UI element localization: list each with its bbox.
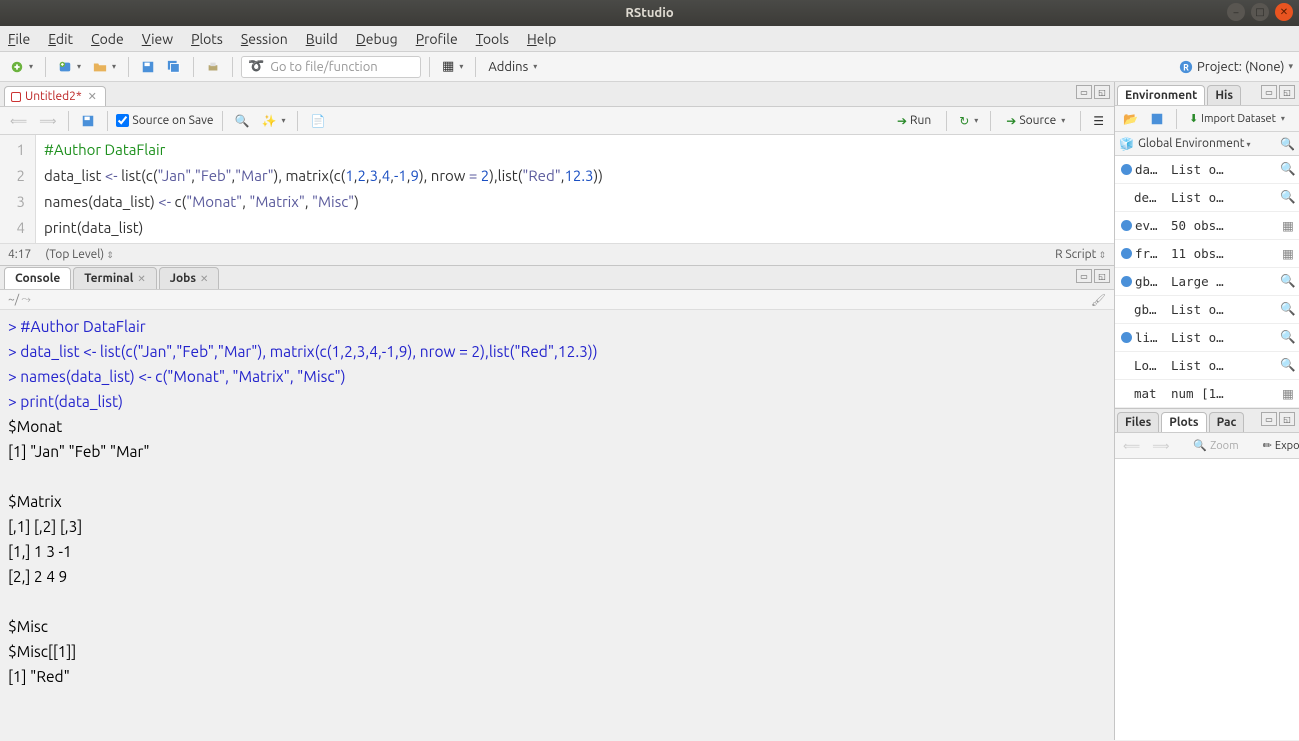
menu-help[interactable]: Help <box>527 31 556 47</box>
back-button[interactable]: ⟸ <box>6 112 31 130</box>
project-selector[interactable]: R Project: (None) ▾ <box>1179 60 1293 74</box>
project-label: Project: (None) <box>1197 60 1284 74</box>
window-minimize-button[interactable]: – <box>1227 3 1245 21</box>
rerun-button[interactable]: ↻ <box>955 112 982 130</box>
menu-debug[interactable]: Debug <box>356 31 398 47</box>
source-statusbar: 4:17 (Top Level) R Script <box>0 243 1114 265</box>
env-tab-his[interactable]: His <box>1207 85 1241 105</box>
unsaved-indicator-icon <box>11 92 21 102</box>
load-workspace-button[interactable]: 📂 <box>1119 110 1142 128</box>
print-button[interactable] <box>202 58 224 76</box>
env-row[interactable]: fr…11 obs…▦ <box>1115 240 1299 268</box>
plot-prev-button[interactable]: ⟸ <box>1119 437 1144 455</box>
code-editor[interactable]: 1234 #Author DataFlairdata_list <- list(… <box>0 135 1114 243</box>
window-titlebar: RStudio – □ ✕ <box>0 0 1299 26</box>
run-button[interactable]: ➔Run <box>890 111 938 131</box>
env-row[interactable]: ev…50 obs…▦ <box>1115 212 1299 240</box>
window-title: RStudio <box>625 6 673 20</box>
menu-tools[interactable]: Tools <box>476 31 509 47</box>
env-row[interactable]: gb…List o…🔍 <box>1115 296 1299 324</box>
console-output[interactable]: > #Author DataFlair> data_list <- list(c… <box>0 310 1114 740</box>
env-scope-icon: 🧊 <box>1119 137 1134 151</box>
source-toolbar: ⟸ ⟹ Source on Save 🔍 ✨ 📄 ➔Run ↻ <box>0 107 1114 135</box>
console-tab-console[interactable]: Console <box>4 267 71 289</box>
menu-code[interactable]: Code <box>91 31 124 47</box>
plots-pane: FilesPlotsPac ▭ ◱ ⟸ ⟹ 🔍 Zoom ✏ Expo <box>1115 408 1299 740</box>
env-row[interactable]: li…List o…🔍 <box>1115 324 1299 352</box>
clear-console-icon[interactable]: 🖌 <box>1091 293 1106 307</box>
maximize-env-button[interactable]: ◱ <box>1279 85 1295 99</box>
export-button[interactable]: ✏ Expo <box>1259 437 1299 454</box>
minimize-plots-button[interactable]: ▭ <box>1261 412 1277 426</box>
svg-text:R: R <box>1183 62 1189 72</box>
outline-button[interactable]: ☰ <box>1089 112 1108 130</box>
menu-build[interactable]: Build <box>306 31 338 47</box>
env-row[interactable]: de…List o…🔍 <box>1115 184 1299 212</box>
source-button[interactable]: ➔Source <box>999 111 1072 131</box>
compile-report-button[interactable]: 📄 <box>306 112 329 130</box>
source-tab-label: Untitled2* <box>25 90 82 103</box>
env-row[interactable]: Lo…List o…🔍 <box>1115 352 1299 380</box>
new-file-button[interactable] <box>6 58 37 76</box>
goto-file-input[interactable]: ➰ Go to file/function <box>241 56 421 78</box>
minimize-pane-button[interactable]: ▭ <box>1076 85 1092 99</box>
env-row[interactable]: gb…Large …🔍 <box>1115 268 1299 296</box>
environment-pane: EnvironmentHis ▭ ◱ 📂 ⬇ Import Dataset 🧊 … <box>1115 82 1299 408</box>
save-source-button[interactable] <box>77 112 99 130</box>
minimize-env-button[interactable]: ▭ <box>1261 85 1277 99</box>
find-button[interactable]: 🔍 <box>231 112 254 130</box>
plots-tab-pac[interactable]: Pac <box>1209 412 1245 432</box>
source-pane: Untitled2* ✕ ▭ ◱ ⟸ ⟹ Source on Save <box>0 82 1114 265</box>
plot-next-button[interactable]: ⟹ <box>1148 437 1173 455</box>
wd-arrow-icon[interactable]: ⤳ <box>21 293 31 307</box>
console-working-dir: ~/ ⤳ 🖌 <box>0 290 1114 310</box>
new-project-button[interactable] <box>54 58 85 76</box>
close-tab-icon[interactable]: ✕ <box>88 90 97 103</box>
env-scope-selector[interactable]: Global Environment <box>1138 137 1276 150</box>
menu-plots[interactable]: Plots <box>191 31 223 47</box>
maximize-console-button[interactable]: ◱ <box>1094 269 1110 283</box>
console-pane: ConsoleTerminal✕Jobs✕ ▭ ◱ ~/ ⤳ 🖌 > #Auth… <box>0 265 1114 740</box>
save-workspace-button[interactable] <box>1146 110 1168 128</box>
save-all-button[interactable] <box>163 58 185 76</box>
env-row[interactable]: da…List o…🔍 <box>1115 156 1299 184</box>
menu-profile[interactable]: Profile <box>416 31 458 47</box>
plots-tab-files[interactable]: Files <box>1117 412 1159 432</box>
cursor-position: 4:17 <box>8 248 31 261</box>
wand-button[interactable]: ✨ <box>258 112 290 130</box>
env-search-icon[interactable]: 🔍 <box>1280 137 1295 151</box>
menu-file[interactable]: File <box>8 31 30 47</box>
import-dataset-button[interactable]: ⬇ Import Dataset <box>1185 110 1289 127</box>
window-maximize-button[interactable]: □ <box>1251 3 1269 21</box>
maximize-pane-button[interactable]: ◱ <box>1094 85 1110 99</box>
plots-tab-plots[interactable]: Plots <box>1161 412 1206 432</box>
goto-arrow-icon: ➰ <box>248 59 264 74</box>
forward-button[interactable]: ⟹ <box>35 112 60 130</box>
window-close-button[interactable]: ✕ <box>1275 3 1293 21</box>
maximize-plots-button[interactable]: ◱ <box>1279 412 1295 426</box>
sos-label: Source on Save <box>132 114 213 127</box>
minimize-console-button[interactable]: ▭ <box>1076 269 1092 283</box>
menu-edit[interactable]: Edit <box>48 31 73 47</box>
menu-session[interactable]: Session <box>241 31 288 47</box>
zoom-button[interactable]: 🔍 Zoom <box>1189 437 1242 454</box>
menu-view[interactable]: View <box>142 31 173 47</box>
filetype-selector[interactable]: R Script <box>1055 248 1106 261</box>
console-tab-terminal[interactable]: Terminal✕ <box>73 267 156 289</box>
goto-placeholder: Go to file/function <box>270 60 377 74</box>
main-toolbar: ➰ Go to file/function ▦ Addins R Project… <box>0 52 1299 82</box>
menu-bar: File Edit Code View Plots Session Build Debug Pr… <box>0 26 1299 52</box>
env-row[interactable]: matnum [1…▦ <box>1115 380 1299 408</box>
env-tab-environment[interactable]: Environment <box>1117 85 1205 105</box>
source-on-save-checkbox[interactable]: Source on Save <box>116 114 213 127</box>
addins-dropdown[interactable]: Addins <box>484 58 541 76</box>
save-button[interactable] <box>137 58 159 76</box>
plot-canvas <box>1115 459 1299 740</box>
grid-button[interactable]: ▦ <box>438 57 467 76</box>
scope-selector[interactable]: (Top Level) <box>45 248 114 261</box>
open-file-button[interactable] <box>89 58 120 76</box>
console-tab-jobs[interactable]: Jobs✕ <box>159 267 220 289</box>
source-tab-untitled2[interactable]: Untitled2* ✕ <box>4 86 106 106</box>
